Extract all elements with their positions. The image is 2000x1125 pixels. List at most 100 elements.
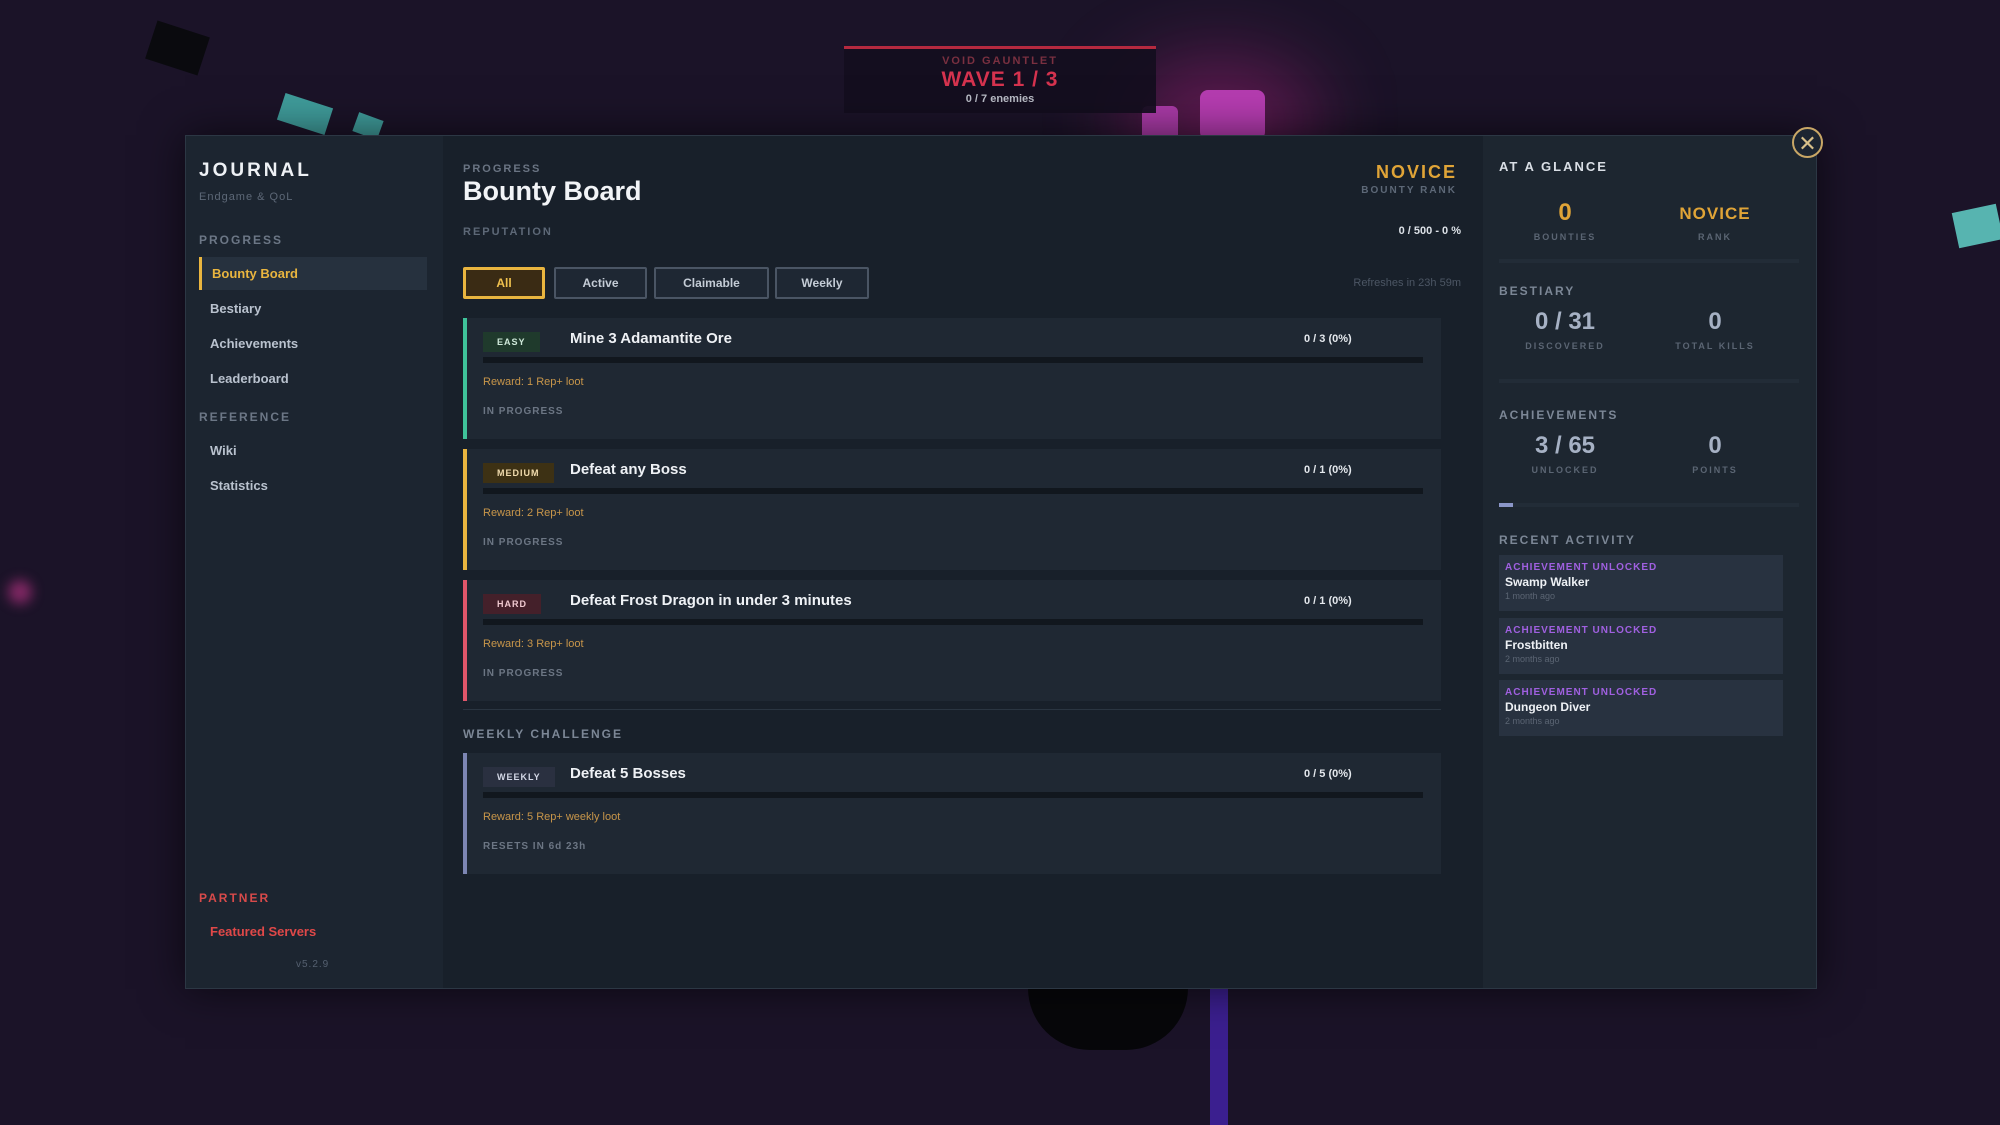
page-title: Bounty Board bbox=[463, 176, 642, 206]
reputation-value: 0 / 500 - 0 % bbox=[1398, 225, 1461, 237]
activity-name: Frostbitten bbox=[1505, 638, 1568, 652]
difficulty-badge: WEEKLY bbox=[483, 767, 555, 787]
filter-weekly-button[interactable]: Weekly bbox=[775, 267, 869, 299]
journal-sidebar: JOURNAL Endgame & QoL PROGRESS Bounty Bo… bbox=[186, 136, 443, 988]
activity-item[interactable]: ACHIEVEMENT UNLOCKED Dungeon Diver 2 mon… bbox=[1499, 680, 1783, 736]
bounty-status: IN PROGRESS bbox=[483, 406, 564, 417]
activity-name: Swamp Walker bbox=[1505, 575, 1590, 589]
bounty-reward: Reward: 5 Rep+ weekly loot bbox=[483, 811, 621, 823]
bounty-reward: Reward: 1 Rep+ loot bbox=[483, 376, 584, 388]
achievements-header: ACHIEVEMENTS bbox=[1499, 408, 1619, 422]
sidebar-item-bounty-board[interactable]: Bounty Board bbox=[199, 257, 427, 290]
journal-title: JOURNAL bbox=[199, 160, 312, 181]
bounty-title: Defeat 5 Bosses bbox=[570, 765, 686, 782]
bounty-status: RESETS IN 6d 23h bbox=[483, 841, 587, 852]
purple-block bbox=[1200, 90, 1265, 140]
teal-block bbox=[1951, 203, 2000, 249]
bounty-card[interactable]: EASY Mine 3 Adamantite Ore 0 / 3 (0%) Re… bbox=[463, 318, 1441, 439]
activity-type: ACHIEVEMENT UNLOCKED bbox=[1505, 562, 1658, 573]
activity-item[interactable]: ACHIEVEMENT UNLOCKED Swamp Walker 1 mont… bbox=[1499, 555, 1783, 611]
total-kills-count: 0 bbox=[1708, 308, 1722, 335]
sidebar-section-reference: REFERENCE bbox=[199, 410, 292, 424]
bounty-status: IN PROGRESS bbox=[483, 668, 564, 679]
difficulty-badge: MEDIUM bbox=[483, 463, 554, 483]
purple-pillar bbox=[1210, 988, 1228, 1125]
bounty-progress-text: 0 / 1 (0%) bbox=[1304, 464, 1352, 476]
teal-block bbox=[276, 92, 334, 136]
filter-all-button[interactable]: All bbox=[463, 267, 545, 299]
difficulty-badge: HARD bbox=[483, 594, 541, 614]
section-divider bbox=[463, 709, 1441, 710]
bounty-progress-bar bbox=[483, 619, 1423, 625]
weekly-bounty-card[interactable]: WEEKLY Defeat 5 Bosses 0 / 5 (0%) Reward… bbox=[463, 753, 1441, 874]
bounty-card[interactable]: HARD Defeat Frost Dragon in under 3 minu… bbox=[463, 580, 1441, 701]
bounty-status: IN PROGRESS bbox=[483, 537, 564, 548]
close-button[interactable]: ✕ bbox=[1792, 127, 1823, 158]
bounty-title: Defeat Frost Dragon in under 3 minutes bbox=[570, 592, 852, 609]
at-a-glance-header: AT A GLANCE bbox=[1499, 159, 1608, 174]
bestiary-header: BESTIARY bbox=[1499, 284, 1576, 298]
discovered-label: DISCOVERED bbox=[1525, 341, 1605, 351]
sidebar-item-leaderboard[interactable]: Leaderboard bbox=[199, 362, 427, 395]
bounty-title: Defeat any Boss bbox=[570, 461, 687, 478]
bounty-progress-bar bbox=[483, 792, 1423, 798]
glance-separator bbox=[1499, 379, 1799, 383]
version-label: v5.2.9 bbox=[296, 959, 330, 970]
wave-hud: VOID GAUNTLET WAVE 1 / 3 0 / 7 enemies bbox=[844, 46, 1156, 113]
bounties-count: 0 bbox=[1558, 199, 1572, 226]
activity-time: 1 month ago bbox=[1505, 591, 1556, 601]
sidebar-item-featured-servers[interactable]: Featured Servers bbox=[199, 915, 427, 948]
recent-activity-header: RECENT ACTIVITY bbox=[1499, 533, 1636, 547]
bounty-progress-bar bbox=[483, 357, 1423, 363]
hud-enemy-counter: 0 / 7 enemies bbox=[965, 93, 1035, 105]
achievement-points-label: POINTS bbox=[1692, 465, 1738, 475]
hud-wave-counter: WAVE 1 / 3 bbox=[941, 68, 1059, 91]
bounties-label: BOUNTIES bbox=[1533, 232, 1597, 242]
activity-time: 2 months ago bbox=[1505, 654, 1560, 664]
sidebar-item-achievements[interactable]: Achievements bbox=[199, 327, 427, 360]
journal-subtitle: Endgame & QoL bbox=[199, 191, 294, 203]
page-eyebrow: PROGRESS bbox=[463, 163, 542, 175]
difficulty-badge: EASY bbox=[483, 332, 540, 352]
refresh-timer: Refreshes in 23h 59m bbox=[1353, 277, 1461, 289]
bounty-title: Mine 3 Adamantite Ore bbox=[570, 330, 732, 347]
weekly-challenge-header: WEEKLY CHALLENGE bbox=[463, 727, 624, 741]
dark-block bbox=[145, 20, 210, 76]
sidebar-section-progress: PROGRESS bbox=[199, 233, 284, 247]
bounty-progress-text: 0 / 1 (0%) bbox=[1304, 595, 1352, 607]
achievements-unlocked-count: 3 / 65 bbox=[1534, 432, 1596, 459]
bounty-progress-bar bbox=[483, 488, 1423, 494]
reputation-label: REPUTATION bbox=[463, 226, 553, 238]
hud-mode-label: VOID GAUNTLET bbox=[942, 55, 1058, 67]
bounty-reward: Reward: 3 Rep+ loot bbox=[483, 638, 584, 650]
activity-item[interactable]: ACHIEVEMENT UNLOCKED Frostbitten 2 month… bbox=[1499, 618, 1783, 674]
total-kills-label: TOTAL KILLS bbox=[1675, 341, 1755, 351]
at-a-glance-panel: AT A GLANCE 0 BOUNTIES NOVICE RANK BESTI… bbox=[1483, 136, 1816, 988]
activity-name: Dungeon Diver bbox=[1505, 700, 1591, 714]
bounty-progress-text: 0 / 3 (0%) bbox=[1304, 333, 1352, 345]
activity-type: ACHIEVEMENT UNLOCKED bbox=[1505, 687, 1658, 698]
achievements-unlocked-label: UNLOCKED bbox=[1531, 465, 1599, 475]
bounty-card[interactable]: MEDIUM Defeat any Boss 0 / 1 (0%) Reward… bbox=[463, 449, 1441, 570]
achievements-progress-bar bbox=[1499, 503, 1799, 507]
discovered-count: 0 / 31 bbox=[1534, 308, 1596, 335]
sidebar-item-bestiary[interactable]: Bestiary bbox=[199, 292, 427, 325]
sidebar-item-statistics[interactable]: Statistics bbox=[199, 469, 427, 502]
bounty-progress-text: 0 / 5 (0%) bbox=[1304, 768, 1352, 780]
bounty-board-panel: PROGRESS Bounty Board NOVICE BOUNTY RANK… bbox=[443, 136, 1483, 988]
rank-label: RANK bbox=[1698, 232, 1732, 242]
close-icon: ✕ bbox=[1798, 131, 1817, 156]
sidebar-section-partner: PARTNER bbox=[199, 891, 271, 905]
activity-time: 2 months ago bbox=[1505, 716, 1560, 726]
activity-type: ACHIEVEMENT UNLOCKED bbox=[1505, 625, 1658, 636]
bounty-rank-value: NOVICE bbox=[1375, 162, 1457, 182]
achievement-points-count: 0 bbox=[1708, 432, 1722, 459]
bounty-reward: Reward: 2 Rep+ loot bbox=[483, 507, 584, 519]
sidebar-item-wiki[interactable]: Wiki bbox=[199, 434, 427, 467]
rank-value: NOVICE bbox=[1679, 204, 1751, 223]
dark-shape bbox=[1028, 988, 1188, 1050]
filter-active-button[interactable]: Active bbox=[554, 267, 647, 299]
glance-separator bbox=[1499, 259, 1799, 263]
filter-claimable-button[interactable]: Claimable bbox=[654, 267, 769, 299]
bounty-rank-label: BOUNTY RANK bbox=[1361, 185, 1457, 196]
